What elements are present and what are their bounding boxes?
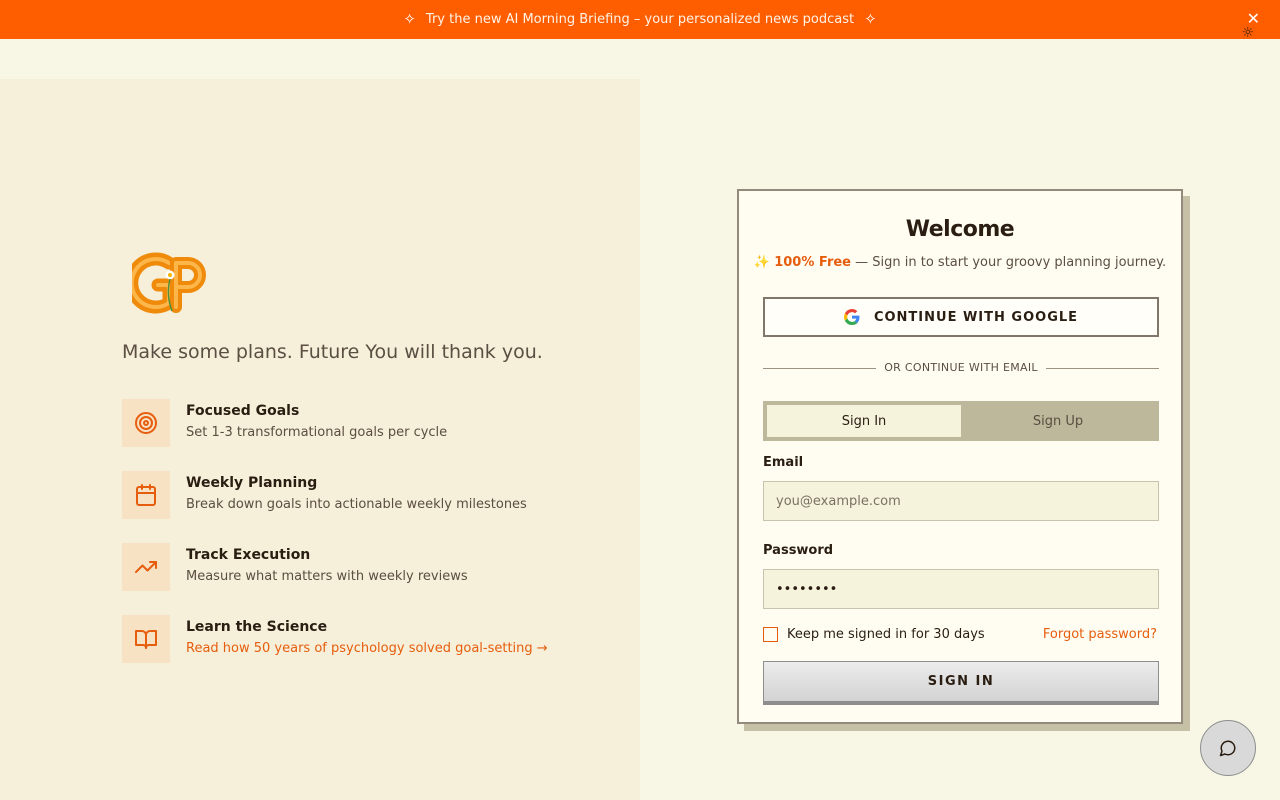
sparkle-icon: ✧: [864, 10, 877, 28]
email-field[interactable]: [763, 481, 1159, 521]
feature-title: Weekly Planning: [186, 475, 318, 491]
sun-icon[interactable]: ☼: [1241, 26, 1254, 40]
email-label: Email: [763, 455, 804, 470]
chat-button[interactable]: [1200, 720, 1256, 776]
card-title: Welcome: [905, 217, 1015, 242]
google-icon: [843, 309, 860, 325]
app-logo: [132, 252, 206, 314]
sparkle-icon: ✧: [403, 10, 416, 28]
science-article-link[interactable]: Read how 50 years of psychology solved g…: [186, 641, 548, 656]
feature-learn-science: Learn the Science Read how 50 years of p…: [122, 615, 602, 663]
target-icon: [122, 399, 170, 447]
feature-weekly-planning: Weekly Planning Break down goals into ac…: [122, 471, 602, 519]
auth-tabs: Sign In Sign Up: [763, 401, 1159, 441]
tab-sign-up[interactable]: Sign Up: [961, 405, 1155, 437]
feature-description: Measure what matters with weekly reviews: [186, 569, 468, 584]
chat-icon: [1219, 740, 1236, 757]
announcement-banner[interactable]: ✧ Try the new AI Morning Briefing – your…: [0, 0, 1280, 39]
google-button-label: CONTINUE WITH GOOGLE: [873, 309, 1079, 325]
hero-panel: Make some plans. Future You will thank y…: [0, 79, 640, 800]
password-field[interactable]: [763, 569, 1159, 609]
card-subtitle: ✨ 100% Free — Sign in to start your groo…: [739, 255, 1181, 270]
divider: OR CONTINUE WITH EMAIL: [763, 361, 1159, 377]
forgot-password-link[interactable]: Forgot password?: [1043, 627, 1157, 642]
tab-sign-in[interactable]: Sign In: [767, 405, 961, 437]
divider-text: OR CONTINUE WITH EMAIL: [876, 361, 1046, 374]
feature-description: Set 1-3 transformational goals per cycle: [186, 425, 448, 440]
feature-title: Focused Goals: [186, 403, 300, 419]
password-label: Password: [763, 543, 834, 558]
free-highlight: 100% Free: [774, 255, 851, 270]
feature-description: Break down goals into actionable weekly …: [186, 497, 527, 512]
remember-checkbox[interactable]: [763, 627, 778, 642]
sparkles-emoji: ✨: [753, 255, 775, 270]
banner-text[interactable]: Try the new AI Morning Briefing – your p…: [426, 12, 854, 27]
feature-title: Learn the Science: [186, 619, 328, 635]
book-open-icon: [122, 615, 170, 663]
calendar-icon: [122, 471, 170, 519]
feature-title: Track Execution: [186, 547, 311, 563]
trending-up-icon: [122, 543, 170, 591]
remember-me: Keep me signed in for 30 days: [763, 627, 985, 642]
feature-track-execution: Track Execution Measure what matters wit…: [122, 543, 602, 591]
google-signin-button[interactable]: CONTINUE WITH GOOGLE: [763, 297, 1159, 337]
auth-card: Welcome ✨ 100% Free — Sign in to start y…: [737, 189, 1183, 724]
feature-focused-goals: Focused Goals Set 1-3 transformational g…: [122, 399, 602, 447]
subtitle-text: — Sign in to start your groovy planning …: [851, 255, 1167, 270]
feature-description: Read how 50 years of psychology solved g…: [186, 641, 548, 656]
tagline: Make some plans. Future You will thank y…: [122, 341, 543, 363]
sign-in-button[interactable]: SIGN IN: [763, 661, 1159, 705]
remember-label[interactable]: Keep me signed in for 30 days: [787, 627, 985, 642]
